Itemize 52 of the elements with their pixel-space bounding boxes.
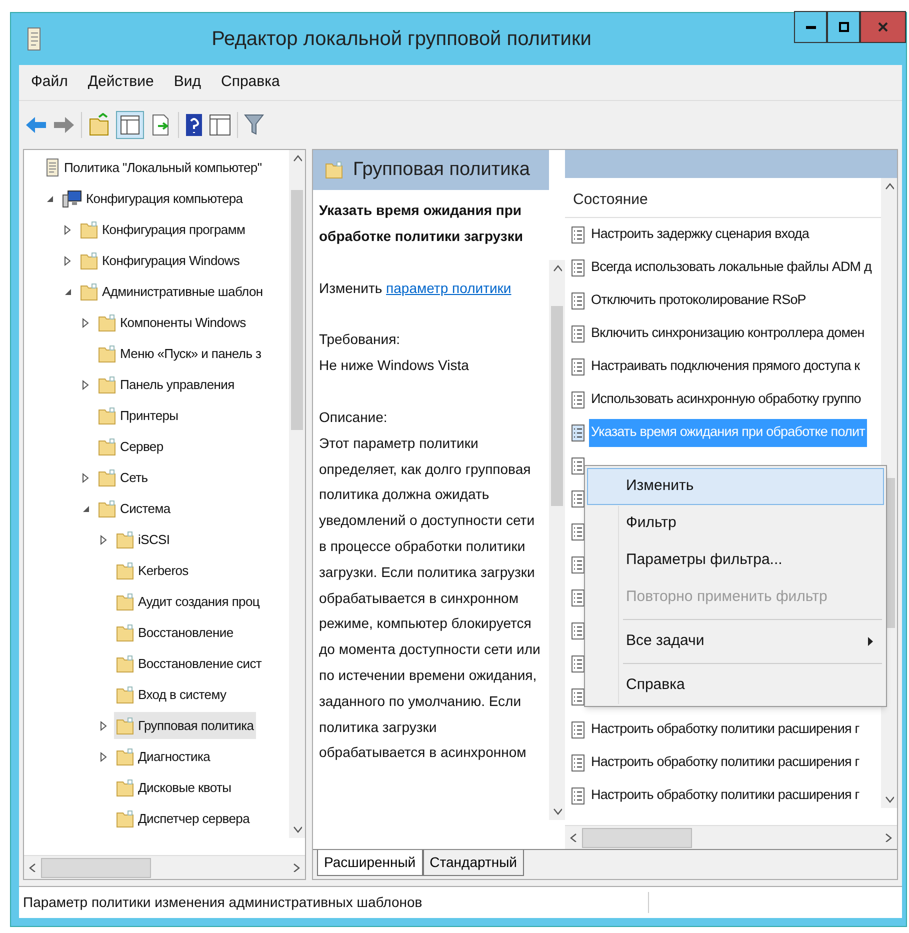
policy-row[interactable]: Настроить обработку политики расширения г — [589, 748, 862, 776]
tree-item[interactable]: Административные шаблон — [78, 278, 265, 305]
context-menu-item[interactable]: Справка — [587, 667, 884, 704]
policy-row[interactable]: Настроить обработку политики расширения г — [589, 716, 862, 744]
context-menu-item[interactable]: Все задачи — [587, 623, 884, 660]
tree-item[interactable]: Меню «Пуск» и панель з — [96, 340, 264, 367]
policy-row[interactable]: Использовать асинхронную обработку группо — [589, 386, 863, 414]
policy-row[interactable]: Настроить обработку политики расширения г — [589, 782, 862, 810]
tree-item[interactable]: Групповая политика — [114, 712, 256, 739]
section-header: Групповая политика — [313, 150, 549, 190]
tree-item[interactable]: Вход в систему — [114, 681, 228, 708]
policy-row[interactable]: Настроить задержку сценария входа — [589, 220, 811, 248]
policy-row[interactable]: Включить синхронизацию контроллера домен — [589, 320, 866, 348]
menu-item[interactable]: Файл — [31, 71, 68, 94]
menu-item[interactable]: Справка — [220, 71, 280, 94]
tree-item[interactable]: Дисковые квоты — [114, 774, 234, 801]
context-menu-item[interactable]: Фильтр — [587, 505, 884, 542]
requirements-text: Не ниже Windows Vista — [319, 356, 470, 376]
tree-item[interactable]: Сервер — [96, 433, 166, 460]
tree-item[interactable]: Панель управления — [96, 371, 236, 398]
view-tab[interactable]: Стандартный — [422, 850, 524, 876]
context-menu-item[interactable]: Изменить — [587, 468, 884, 505]
policy-row[interactable]: Всегда использовать локальные файлы ADM д — [589, 254, 874, 282]
tree-item[interactable]: Система — [96, 495, 172, 522]
tree-item[interactable]: Диагностика — [114, 743, 212, 770]
edit-label: Изменить — [319, 280, 382, 296]
requirements-label: Требования: — [319, 330, 402, 350]
tree-item[interactable]: Аудит создания проц — [114, 588, 262, 615]
tree-item[interactable]: Компоненты Windows — [96, 309, 248, 336]
description-label: Описание: — [319, 408, 388, 427]
tree-item[interactable]: Принтеры — [96, 402, 180, 429]
policy-title: Указать время ожидания при обработке политики загрузки — [319, 201, 524, 246]
tree-item[interactable]: Восстановление сист — [114, 650, 264, 677]
tree-item[interactable]: Конфигурация компьютера — [60, 185, 245, 212]
menu-item[interactable]: Вид — [174, 71, 201, 94]
context-menu-item[interactable]: Параметры фильтра... — [587, 542, 884, 579]
window-title: Редактор локальной групповой политики — [212, 27, 592, 52]
tree-item[interactable]: iSCSI — [114, 526, 172, 553]
menu-item[interactable]: Действие — [88, 71, 154, 94]
status-text: Параметр политики изменения административных шаблонов — [19, 892, 649, 913]
tree-item[interactable]: Сеть — [96, 464, 150, 491]
tree-item[interactable]: Kerberos — [114, 557, 190, 584]
tree-item[interactable]: Диспетчер сервера — [114, 805, 252, 832]
description-text: Этот параметр политики определяет, как долго групповая политика должна ожидать уведомлений о доступности сети в процессе обработки политики загрузки. Если политика загрузки обрабатывается в синхронном режиме, компьютер блокируется до момента доступности сети или по истечении времени ожидания, заданного по умолчанию. Если политика загрузки обрабатывается в асинхронном — [319, 434, 542, 762]
policy-row[interactable]: Отключить протоколирование RSoP — [589, 286, 808, 314]
tree-item[interactable]: Политика "Локальный компьютер" — [42, 154, 264, 181]
tree-item[interactable]: Конфигурация Windows — [78, 247, 242, 274]
policy-setting-link[interactable]: параметр политики — [386, 280, 512, 296]
tree-item[interactable]: Конфигурация программ — [78, 216, 248, 243]
policy-row[interactable]: Настраивать подключения прямого доступа к — [589, 352, 862, 380]
view-tab[interactable]: Расширенный — [317, 850, 423, 876]
tree-item[interactable]: Восстановление — [114, 619, 236, 646]
